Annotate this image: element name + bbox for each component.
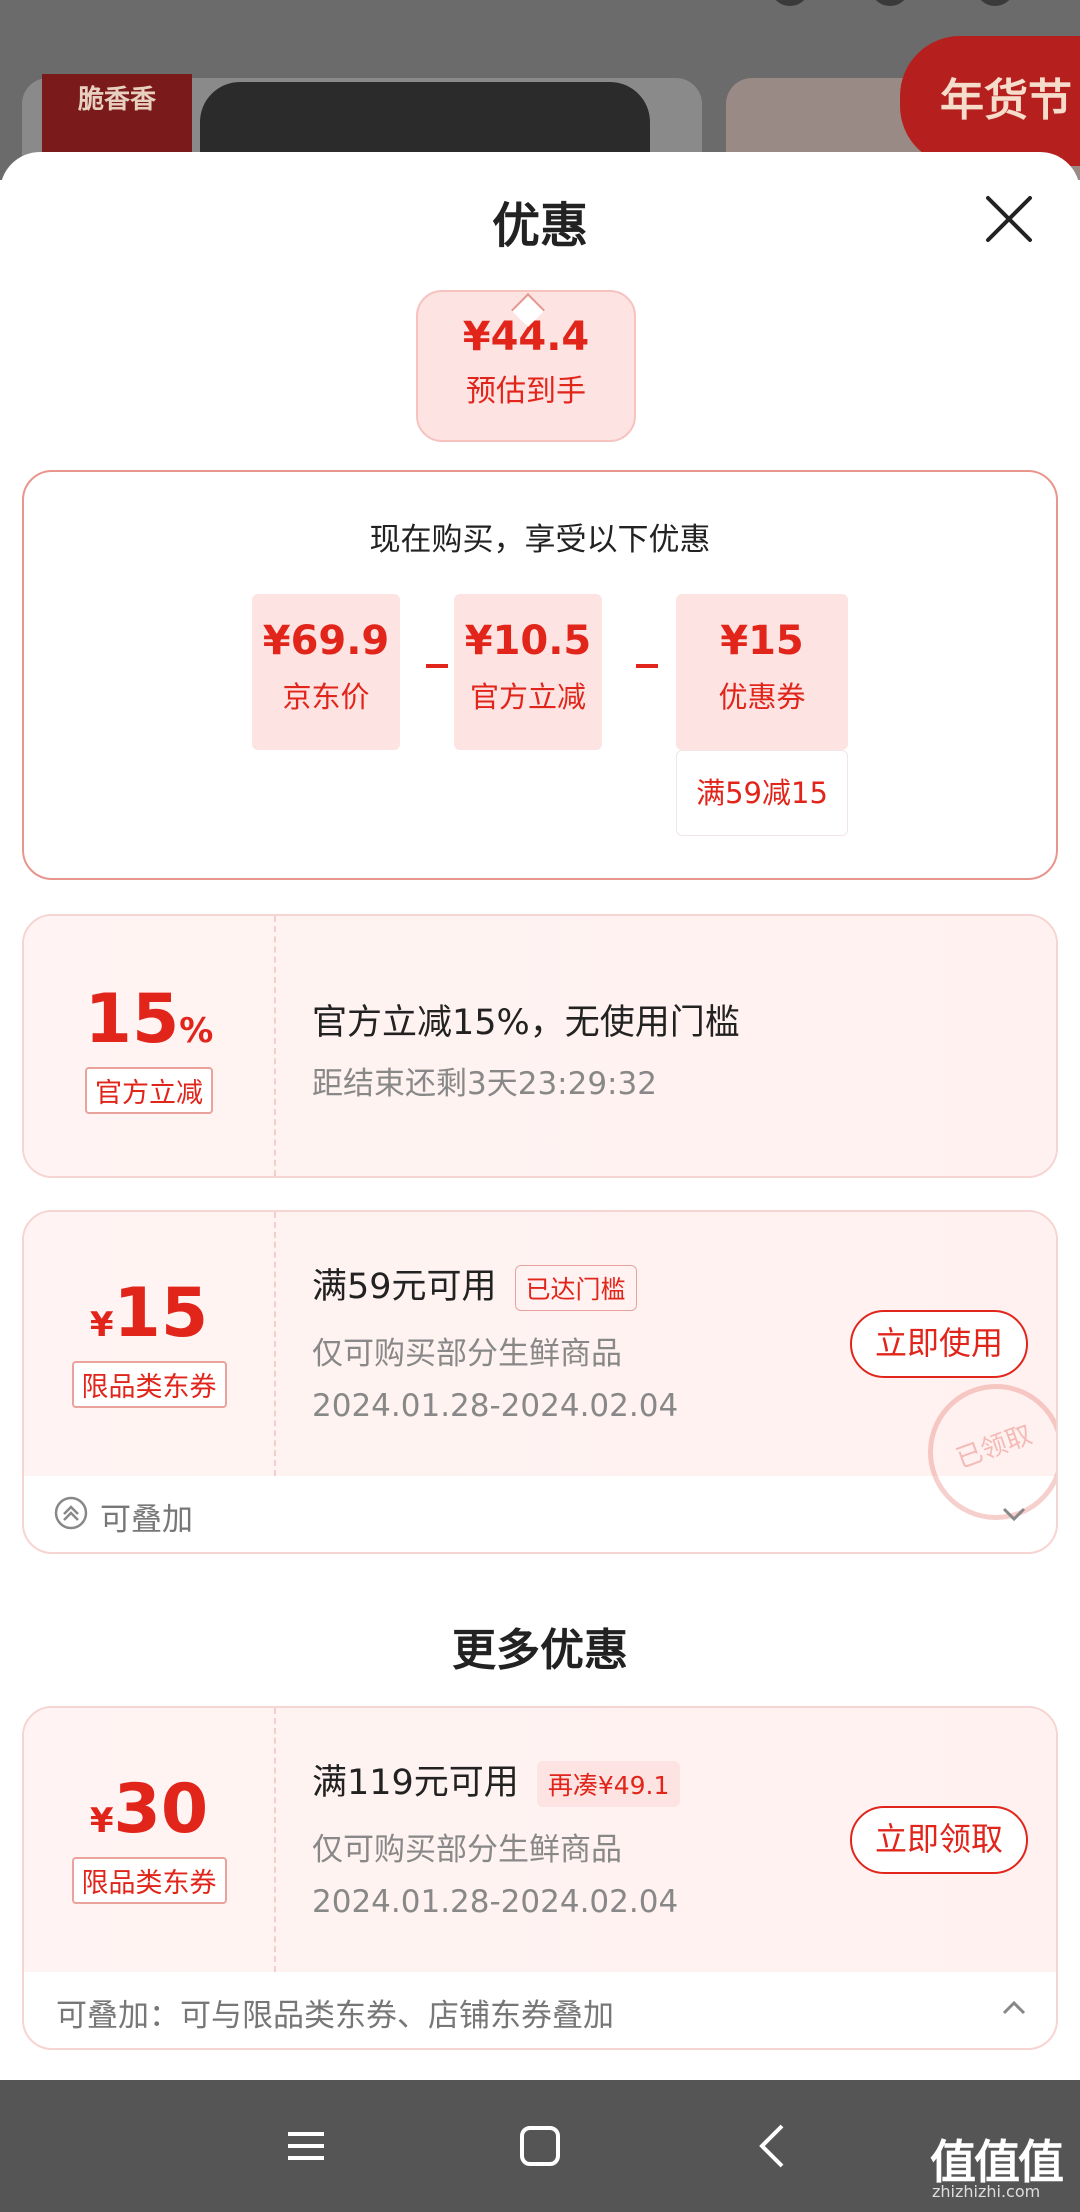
coupon-footer[interactable]: 可叠加：可与限品类东券、店铺东券叠加 (24, 1970, 1056, 2048)
close-icon[interactable] (982, 192, 1036, 246)
coupon-discount-value: ¥15 (720, 618, 804, 664)
coupon-amount: ¥15 (24, 1274, 274, 1353)
discount-sheet: 优惠 ¥44.4 预估到手 现在购买，享受以下优惠 ¥69.9 京东价 ¥10.… (0, 152, 1080, 2080)
coupon-scope: 仅可购买部分生鲜商品 (312, 1832, 622, 1868)
background-brand-logo: 脆香香 (42, 74, 192, 164)
coupon-type-tag: 限品类东券 (71, 1857, 227, 1904)
stackable-label: 可叠加 (100, 1502, 193, 1538)
coupon-title-row: 满59元可用 已达门槛 (312, 1258, 637, 1311)
minus-sign (426, 664, 448, 668)
stack-icon (54, 1496, 88, 1530)
coupon-119-30: ¥30 限品类东券 满119元可用 再凑¥49.1 仅可购买部分生鲜商品 2024… (22, 1706, 1058, 2050)
coupon-title: 满59元可用 (312, 1267, 497, 1307)
coupon-amount: ¥30 (24, 1770, 274, 1849)
coupon-59-15: ¥15 限品类东券 满59元可用 已达门槛 仅可购买部分生鲜商品 2024.01.… (22, 1210, 1058, 1554)
coupon-type-tag: 限品类东券 (71, 1361, 227, 1408)
claim-now-button[interactable]: 立即领取 (850, 1806, 1028, 1874)
home-icon[interactable] (508, 2114, 572, 2178)
coupon-condition: 满59减15 (676, 750, 848, 836)
system-navigation-bar (0, 2080, 1080, 2212)
price-breakdown-card: 现在购买，享受以下优惠 ¥69.9 京东价 ¥10.5 官方立减 ¥15 优惠券… (22, 470, 1058, 880)
chevron-down-icon[interactable] (1000, 1500, 1028, 1528)
more-offers-title: 更多优惠 (452, 1625, 628, 1676)
coupon-discount-label: 优惠券 (718, 680, 806, 714)
official-discount-coupon: 15% 官方立减 官方立减15%，无使用门槛 距结束还剩3天23:29:32 (22, 914, 1058, 1178)
coupon-title-row: 满119元可用 再凑¥49.1 (312, 1754, 681, 1807)
coupon-body: ¥15 限品类东券 满59元可用 已达门槛 仅可购买部分生鲜商品 2024.01.… (24, 1212, 1056, 1540)
coupon-amount-value: 15 (113, 1274, 209, 1353)
coupon-validity: 2024.01.28-2024.02.04 (312, 1884, 679, 1920)
jd-price-box: ¥69.9 京东价 (252, 594, 400, 750)
official-discount-value: ¥10.5 (464, 618, 592, 664)
coupon-scope: 仅可购买部分生鲜商品 (312, 1336, 622, 1372)
stackable-description: 可叠加：可与限品类东券、店铺东券叠加 (56, 1998, 614, 2034)
recent-apps-icon[interactable] (274, 2114, 338, 2178)
watermark-url: zhizhizhi.com (932, 2182, 1041, 2201)
jd-price-value: ¥69.9 (262, 618, 390, 664)
coupon-amount-area: ¥30 限品类东券 (24, 1708, 276, 1972)
sheet-title: 优惠 (491, 198, 588, 254)
background-dot (975, 0, 1015, 6)
coupon-body: 15% 官方立减 官方立减15%，无使用门槛 距结束还剩3天23:29:32 (24, 916, 1056, 1176)
coupon-title: 官方立减15%，无使用门槛 (312, 1003, 740, 1043)
estimated-price-label: 预估到手 (466, 374, 586, 409)
coupon-discount-box: ¥15 优惠券 (676, 594, 848, 750)
back-icon[interactable] (742, 2114, 806, 2178)
coupon-amount: 15% (24, 980, 274, 1059)
coupon-amount-value: 15 (84, 980, 180, 1059)
coupon-footer[interactable]: 可叠加 (24, 1474, 1056, 1552)
coupon-amount-value: 30 (113, 1770, 209, 1849)
coupon-amount-area: 15% 官方立减 (24, 916, 276, 1176)
official-discount-label: 官方立减 (469, 680, 586, 714)
breakdown-title: 现在购买，享受以下优惠 (369, 522, 711, 558)
jd-price-label: 京东价 (282, 680, 370, 714)
background-dot (870, 0, 910, 6)
minus-sign (636, 664, 658, 668)
coupon-validity: 2024.01.28-2024.02.04 (312, 1388, 679, 1424)
coupon-body: ¥30 限品类东券 满119元可用 再凑¥49.1 仅可购买部分生鲜商品 2024… (24, 1708, 1056, 1972)
coupon-title: 满119元可用 (312, 1763, 519, 1803)
coupon-currency: ¥ (89, 1305, 114, 1345)
coupon-amount-area: ¥15 限品类东券 (24, 1212, 276, 1476)
chevron-up-icon[interactable] (1000, 1994, 1028, 2022)
coupon-amount-unit: % (179, 1011, 214, 1051)
threshold-status-badge: 已达门槛 (514, 1265, 637, 1311)
coupon-countdown: 距结束还剩3天23:29:32 (312, 1066, 657, 1102)
remaining-amount-badge: 再凑¥49.1 (536, 1761, 681, 1807)
official-discount-box: ¥10.5 官方立减 (454, 594, 602, 750)
background-festival-badge: 年货节 (900, 36, 1080, 166)
coupon-currency: ¥ (89, 1801, 114, 1841)
background-dot (770, 0, 810, 6)
coupon-type-tag: 官方立减 (85, 1067, 213, 1114)
use-now-button[interactable]: 立即使用 (850, 1310, 1028, 1378)
